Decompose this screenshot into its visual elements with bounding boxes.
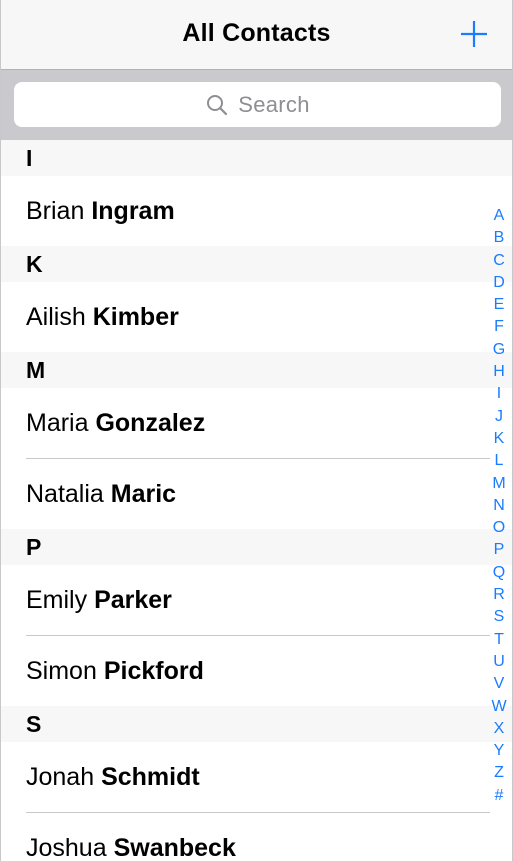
first-name: Joshua [26,834,107,861]
contact-name: Brian Ingram [26,197,175,226]
contact-row[interactable]: Jonah Schmidt [1,742,512,812]
index-letter[interactable]: X [489,718,509,740]
search-placeholder: Search [238,91,310,117]
contact-name: Emily Parker [26,586,172,615]
plus-icon [461,21,487,47]
index-letter[interactable]: C [489,250,509,272]
search-input[interactable]: Search [14,82,501,127]
index-letter[interactable]: O [489,517,509,539]
index-letter[interactable]: R [489,584,509,606]
index-letter[interactable]: H [489,361,509,383]
section-index[interactable]: A B C D E F G H I J K L M N O P Q R S T … [489,205,509,807]
last-name: Pickford [103,657,204,685]
section-letter: M [26,357,46,383]
last-name: Kimber [92,303,179,331]
contact-row[interactable]: Emily Parker [1,565,512,635]
index-letter[interactable]: I [489,383,509,405]
index-letter[interactable]: Y [489,740,509,762]
index-letter[interactable]: B [489,227,509,249]
add-contact-button[interactable] [458,18,490,50]
section-header: P [1,529,512,565]
contacts-list: I Brian Ingram K Ailish Kimber M Maria G… [1,140,512,861]
contacts-screen: All Contacts Search I Brian Ingram K Ail… [0,0,513,861]
contact-name: Jonah Schmidt [26,763,200,792]
first-name: Natalia [26,480,104,508]
section-header: S [1,706,512,742]
index-letter[interactable]: G [489,339,509,361]
index-letter[interactable]: N [489,495,509,517]
index-letter[interactable]: J [489,406,509,428]
page-title: All Contacts [182,19,331,47]
index-letter[interactable]: T [489,629,509,651]
index-letter[interactable]: U [489,651,509,673]
index-letter[interactable]: W [489,696,509,718]
contact-name: Joshua Swanbeck [26,834,236,861]
contact-row[interactable]: Brian Ingram [1,176,512,246]
contact-row[interactable]: Simon Pickford [1,636,512,706]
navigation-bar: All Contacts [1,0,512,70]
first-name: Maria [26,409,89,437]
first-name: Simon [26,657,97,685]
section-header: K [1,246,512,282]
contact-row[interactable]: Joshua Swanbeck [1,813,512,861]
index-letter[interactable]: L [489,450,509,472]
search-icon [205,93,229,117]
search-bar: Search [1,70,512,140]
index-letter[interactable]: Z [489,762,509,784]
index-letter[interactable]: M [489,473,509,495]
first-name: Emily [26,586,88,614]
contact-name: Simon Pickford [26,657,204,686]
contact-row[interactable]: Natalia Maric [1,459,512,529]
last-name: Parker [94,586,172,614]
first-name: Brian [26,197,85,225]
section-letter: I [26,145,33,171]
last-name: Schmidt [101,763,200,791]
index-letter[interactable]: S [489,606,509,628]
index-letter[interactable]: # [489,785,509,807]
contact-name: Maria Gonzalez [26,409,205,438]
index-letter[interactable]: D [489,272,509,294]
index-letter[interactable]: F [489,316,509,338]
section-letter: P [26,534,42,560]
contact-row[interactable]: Ailish Kimber [1,282,512,352]
contact-row[interactable]: Maria Gonzalez [1,388,512,458]
contact-name: Ailish Kimber [26,303,179,332]
section-letter: S [26,711,42,737]
first-name: Ailish [26,303,86,331]
index-letter[interactable]: P [489,539,509,561]
first-name: Jonah [26,763,95,791]
index-letter[interactable]: K [489,428,509,450]
index-letter[interactable]: V [489,673,509,695]
last-name: Ingram [91,197,175,225]
section-header: M [1,352,512,388]
index-letter[interactable]: E [489,294,509,316]
last-name: Gonzalez [95,409,206,437]
contact-name: Natalia Maric [26,480,176,509]
index-letter[interactable]: Q [489,562,509,584]
section-letter: K [26,251,43,277]
index-letter[interactable]: A [489,205,509,227]
section-header: I [1,140,512,176]
last-name: Swanbeck [113,834,236,861]
last-name: Maric [110,480,177,508]
